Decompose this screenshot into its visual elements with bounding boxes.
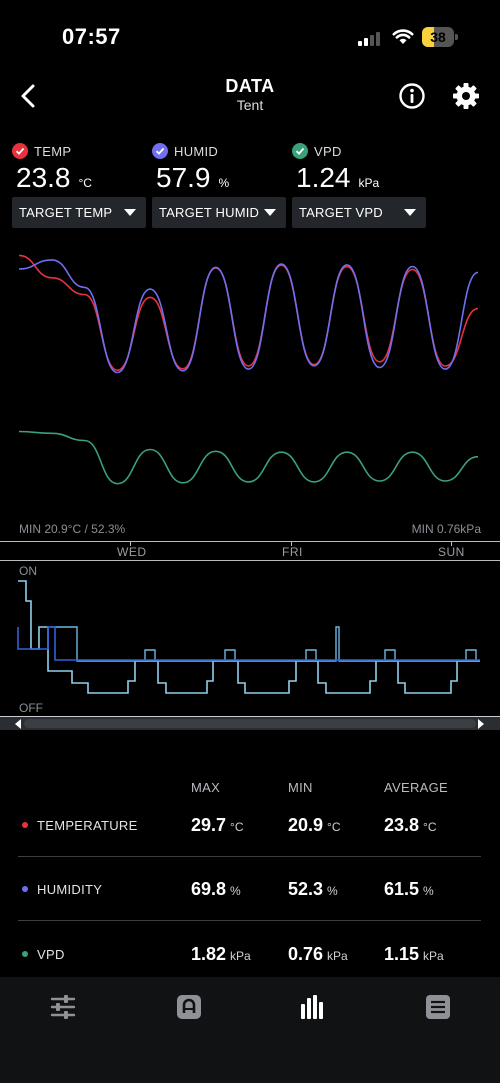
temperature-line: [18, 254, 479, 372]
bottom-nav: [0, 977, 500, 1083]
stat-min: 20.9 °C: [288, 815, 341, 835]
scroll-thumb[interactable]: [24, 719, 476, 728]
target-vpd-select[interactable]: TARGET VPD: [292, 197, 426, 228]
battery-level: 38: [430, 29, 446, 45]
device-line-1: [18, 580, 480, 694]
target-temp-label: TARGET TEMP: [19, 205, 113, 220]
stat-min: 52.3%: [288, 879, 338, 899]
target-humid-label: TARGET HUMID: [159, 205, 260, 220]
humid-label: HUMID: [174, 143, 219, 159]
stat-max: 1.82 kPa: [191, 944, 251, 964]
target-humid-select[interactable]: TARGET HUMID: [152, 197, 286, 228]
bar-chart-icon[interactable]: [300, 994, 326, 1020]
chevron-down-icon: [124, 209, 136, 216]
temp-unit: °C: [78, 176, 92, 190]
battery-icon: 38: [422, 27, 458, 47]
stats-row-temperature: TEMPERATURE 29.7 °C 20.9 °C 23.8 °C: [18, 793, 481, 857]
scroll-right-icon[interactable]: [478, 719, 484, 729]
status-bar: 07:57 38: [0, 0, 500, 70]
day-label-fri: FRI: [282, 545, 303, 559]
stat-min: 0.76 kPa: [288, 944, 348, 964]
humidity-dot: [22, 886, 28, 892]
day-label-sun: SUN: [438, 545, 465, 559]
temp-label: TEMP: [34, 143, 72, 159]
stat-name: TEMPERATURE: [37, 818, 138, 833]
device-line-2: [50, 626, 480, 662]
device-line-3: [17, 626, 480, 661]
chevron-down-icon: [404, 209, 416, 216]
stat-average: 61.5%: [384, 879, 434, 899]
stat-average: 1.15 kPa: [384, 944, 444, 964]
chevron-down-icon: [264, 209, 276, 216]
temp-value: 23.8: [16, 162, 71, 193]
sliders-icon[interactable]: [50, 994, 76, 1020]
vpd-unit: kPa: [358, 176, 380, 190]
environment-chart[interactable]: [0, 232, 500, 542]
stat-max: 69.8%: [191, 879, 241, 899]
stats-row-vpd: VPD 1.82 kPa 0.76 kPa 1.15 kPa: [18, 921, 481, 985]
humid-check-icon: [152, 143, 168, 159]
stat-name: VPD: [37, 947, 65, 962]
chart-min-left: MIN 20.9°C / 52.3%: [19, 522, 126, 536]
vpd-value: 1.24: [296, 162, 351, 193]
device-status-chart: [17, 580, 480, 694]
humidity-line: [18, 259, 479, 374]
timeline-axis: WED FRI SUN: [0, 541, 500, 561]
vpd-check-icon: [292, 143, 308, 159]
cell-signal-icon: [358, 30, 382, 46]
status-time: 07:57: [62, 24, 121, 49]
gear-icon[interactable]: [452, 82, 480, 110]
target-temp-select[interactable]: TARGET TEMP: [12, 197, 146, 228]
controller-icon[interactable]: [176, 994, 202, 1020]
wifi-icon: [392, 29, 414, 44]
stat-name: HUMIDITY: [37, 882, 103, 897]
humid-reading: HUMID 57.9%: [152, 142, 229, 194]
device-on-label: ON: [19, 564, 37, 578]
stats-row-humidity: HUMIDITY 69.8% 52.3% 61.5%: [18, 857, 481, 921]
vpd-label: VPD: [314, 143, 342, 159]
chart-min-right: MIN 0.76kPa: [411, 522, 481, 536]
target-vpd-label: TARGET VPD: [299, 205, 383, 220]
vpd-dot: [22, 951, 28, 957]
list-icon[interactable]: [425, 994, 451, 1020]
stat-average: 23.8 °C: [384, 815, 437, 835]
info-icon[interactable]: [398, 82, 426, 110]
day-label-wed: WED: [117, 545, 147, 559]
vpd-reading: VPD 1.24 kPa: [292, 142, 379, 194]
humid-value: 57.9: [156, 162, 211, 193]
temp-check-icon: [12, 143, 28, 159]
stat-max: 29.7 °C: [191, 815, 244, 835]
header: DATA Tent: [0, 70, 500, 126]
scroll-left-icon[interactable]: [15, 719, 21, 729]
chart-scrollbar[interactable]: [0, 716, 500, 730]
device-off-label: OFF: [19, 701, 43, 715]
vpd-line: [18, 430, 479, 485]
humid-unit: %: [218, 176, 230, 190]
temp-reading: TEMP 23.8 °C: [12, 142, 92, 194]
temperature-dot: [22, 822, 28, 828]
